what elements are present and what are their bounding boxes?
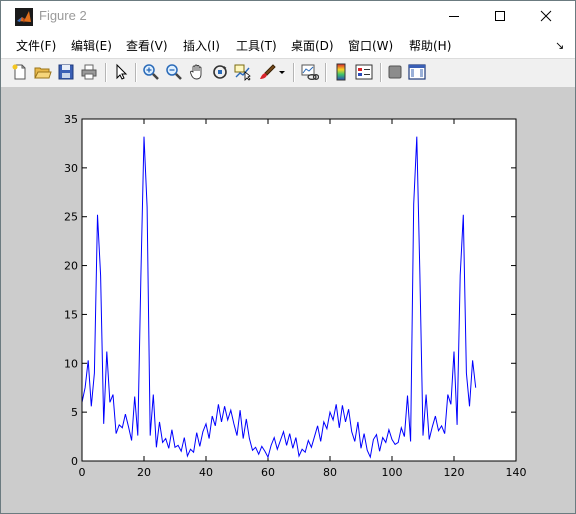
open-file-button[interactable] [33,62,53,82]
close-icon [540,10,552,22]
title-bar[interactable]: Figure 2 [1,1,575,32]
zoom-out-icon [166,64,182,80]
x-tick-label: 80 [323,466,337,479]
open-file-icon [34,67,52,79]
maximize-button[interactable] [477,1,523,32]
new-figure-button[interactable] [10,62,30,82]
minimize-icon [449,16,459,17]
rotate-3d-icon [213,65,227,79]
toolbar-separator [293,63,295,82]
zoom-in-button[interactable] [141,62,161,82]
pan-button[interactable] [187,62,207,82]
x-tick-label: 0 [79,466,86,479]
insert-legend-icon [355,64,373,80]
show-plot-tools-icon [408,64,426,80]
insert-legend-button[interactable] [354,62,374,82]
figure-window: Figure 2 文件(F) 编辑(E) 查看(V) 插入(I) 工具(T) 桌… [0,0,576,514]
menu-help[interactable]: 帮助(H) [409,37,451,54]
print-icon [81,64,97,80]
data-cursor-button[interactable] [233,62,253,82]
y-tick-label: 35 [64,113,78,126]
y-tick-label: 5 [71,406,78,419]
pan-hand-icon [190,64,202,80]
insert-colorbar-button[interactable] [331,62,351,82]
window-title: Figure 2 [39,8,87,23]
link-plot-icon [301,64,319,80]
toolbar-separator [105,63,107,82]
x-tick-label: 60 [261,466,275,479]
line-plot[interactable]: 0 20 40 60 80 100 120 140 0 5 10 15 20 25 30 35 [1,87,575,513]
toolbar-separator [380,63,382,82]
x-tick-label: 40 [199,466,213,479]
figure-canvas: 0 20 40 60 80 100 120 140 0 5 10 15 20 25 30 35 [1,87,575,513]
menu-insert[interactable]: 插入(I) [183,37,220,54]
menu-file[interactable]: 文件(F) [16,37,56,54]
y-tick-label: 15 [64,308,78,321]
figure-toolbar [1,58,575,88]
y-tick-label: 25 [64,211,78,224]
axes-background[interactable] [82,119,516,461]
insert-colorbar-icon [336,63,346,81]
brush-dropdown-icon [279,71,285,74]
y-tick-label: 10 [64,357,78,370]
data-cursor-icon [234,64,251,81]
dock-arrow-icon[interactable]: ↘ [555,39,564,52]
new-figure-icon [12,64,26,80]
minimize-button[interactable] [431,1,477,32]
zoom-in-icon [143,64,159,80]
y-tick-label: 0 [71,455,78,468]
maximize-icon [495,11,505,21]
brush-button[interactable] [257,62,277,82]
x-tick-label: 140 [506,466,527,479]
x-tick-label: 20 [137,466,151,479]
toolbar-separator [325,63,327,82]
brush-dropdown-button[interactable] [277,62,287,82]
show-plot-tools-button[interactable] [407,62,427,82]
y-tick-label: 20 [64,260,78,273]
y-tick-label: 30 [64,162,78,175]
brush-icon [260,64,276,79]
edit-plot-arrow-icon [116,63,128,80]
x-tick-label: 120 [444,466,465,479]
matlab-logo-icon [15,8,33,26]
menu-edit[interactable]: 编辑(E) [71,37,112,54]
save-icon [58,64,74,80]
menu-desktop[interactable]: 桌面(D) [291,37,334,54]
x-tick-label: 100 [382,466,403,479]
rotate-3d-button[interactable] [210,62,230,82]
menu-tools[interactable]: 工具(T) [236,37,277,54]
menu-window[interactable]: 窗口(W) [348,37,393,54]
edit-plot-button[interactable] [111,62,131,82]
menu-view[interactable]: 查看(V) [126,37,168,54]
toolbar-separator [135,63,137,82]
save-button[interactable] [56,62,76,82]
print-button[interactable] [79,62,99,82]
menu-bar: 文件(F) 编辑(E) 查看(V) 插入(I) 工具(T) 桌面(D) 窗口(W… [1,32,575,57]
link-plot-button[interactable] [300,62,320,82]
zoom-out-button[interactable] [164,62,184,82]
hide-plot-tools-button[interactable] [385,62,405,82]
close-button[interactable] [523,1,569,32]
hide-plot-tools-icon [388,65,402,79]
